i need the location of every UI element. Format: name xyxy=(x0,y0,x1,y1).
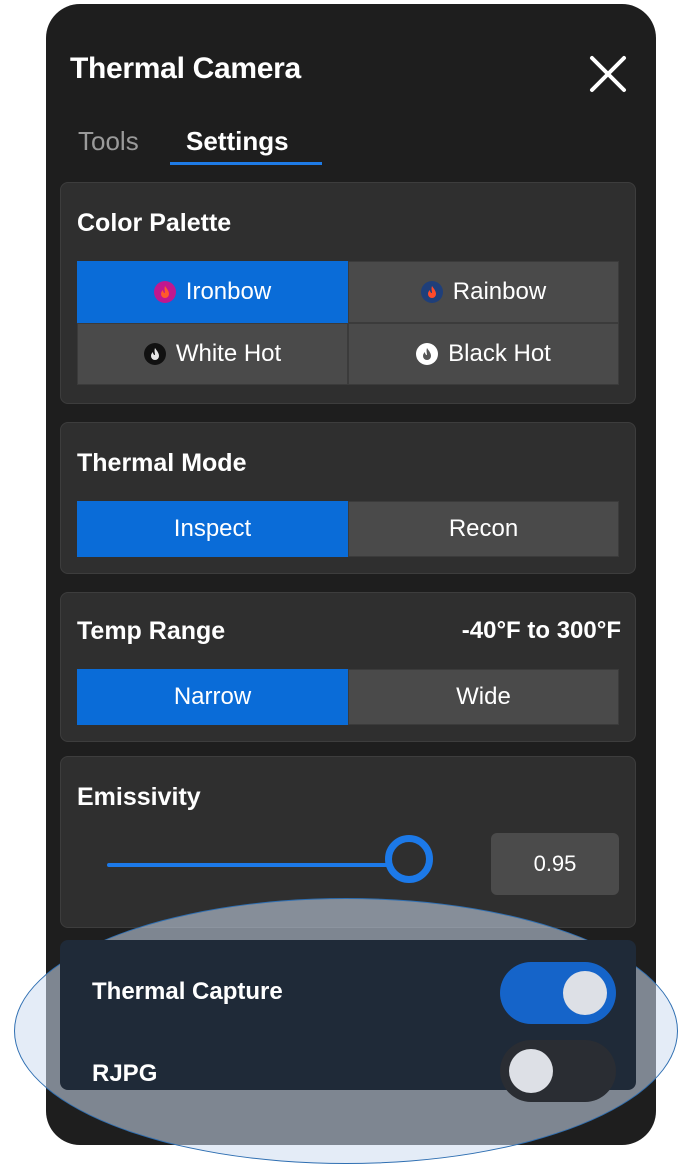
temp-range-title: Temp Range xyxy=(77,617,226,645)
thermal-mode-title: Thermal Mode xyxy=(77,449,247,477)
emissivity-slider-thumb[interactable] xyxy=(385,835,433,883)
capture-settings-section: Thermal Capture RJPG xyxy=(60,940,636,1102)
palette-ironbow-label: Ironbow xyxy=(185,278,272,305)
close-icon[interactable] xyxy=(582,48,634,100)
temp-range-selector: Narrow Wide xyxy=(77,669,619,725)
tab-bar: Tools Settings xyxy=(46,122,656,166)
flame-icon xyxy=(420,281,443,303)
flame-icon xyxy=(416,343,439,365)
active-tab-indicator xyxy=(170,162,322,165)
range-narrow-button[interactable]: Narrow xyxy=(77,669,348,725)
tab-settings[interactable]: Settings xyxy=(186,126,289,157)
thermal-mode-selector: Inspect Recon xyxy=(77,501,619,557)
mode-inspect-button[interactable]: Inspect xyxy=(77,501,348,557)
temp-range-card: Temp Range -40°F to 300°F Narrow Wide xyxy=(60,592,636,742)
emissivity-value[interactable]: 0.95 xyxy=(491,833,619,895)
range-wide-button[interactable]: Wide xyxy=(348,669,619,725)
flame-icon xyxy=(153,281,176,303)
flame-icon xyxy=(143,343,166,365)
thermal-capture-label: Thermal Capture xyxy=(92,978,283,1005)
thermal-mode-card: Thermal Mode Inspect Recon xyxy=(60,422,636,574)
emissivity-title: Emissivity xyxy=(77,783,201,811)
mode-recon-button[interactable]: Recon xyxy=(348,501,619,557)
toggle-knob xyxy=(563,971,607,1015)
emissivity-slider-track[interactable] xyxy=(107,863,427,867)
temp-range-value: -40°F to 300°F xyxy=(461,617,621,644)
color-palette-card: Color Palette Ironbow Rainbow White Hot xyxy=(60,182,636,404)
palette-white-hot-label: White Hot xyxy=(175,340,282,367)
toggle-knob xyxy=(509,1049,553,1093)
palette-black-hot-button[interactable]: Black Hot xyxy=(348,323,619,385)
palette-rainbow-button[interactable]: Rainbow xyxy=(348,261,619,323)
tab-tools[interactable]: Tools xyxy=(78,126,139,157)
panel-title: Thermal Camera xyxy=(70,52,301,85)
rjpg-label: RJPG xyxy=(92,1060,158,1087)
thermal-capture-toggle[interactable] xyxy=(500,962,616,1024)
rjpg-toggle[interactable] xyxy=(500,1040,616,1102)
palette-black-hot-label: Black Hot xyxy=(448,340,551,367)
color-palette-selector: Ironbow Rainbow White Hot Black Hot xyxy=(77,261,619,385)
palette-ironbow-button[interactable]: Ironbow xyxy=(77,261,348,323)
color-palette-title: Color Palette xyxy=(77,209,232,237)
palette-white-hot-button[interactable]: White Hot xyxy=(77,323,348,385)
palette-rainbow-label: Rainbow xyxy=(452,278,547,305)
emissivity-card: Emissivity 0.95 xyxy=(60,756,636,928)
